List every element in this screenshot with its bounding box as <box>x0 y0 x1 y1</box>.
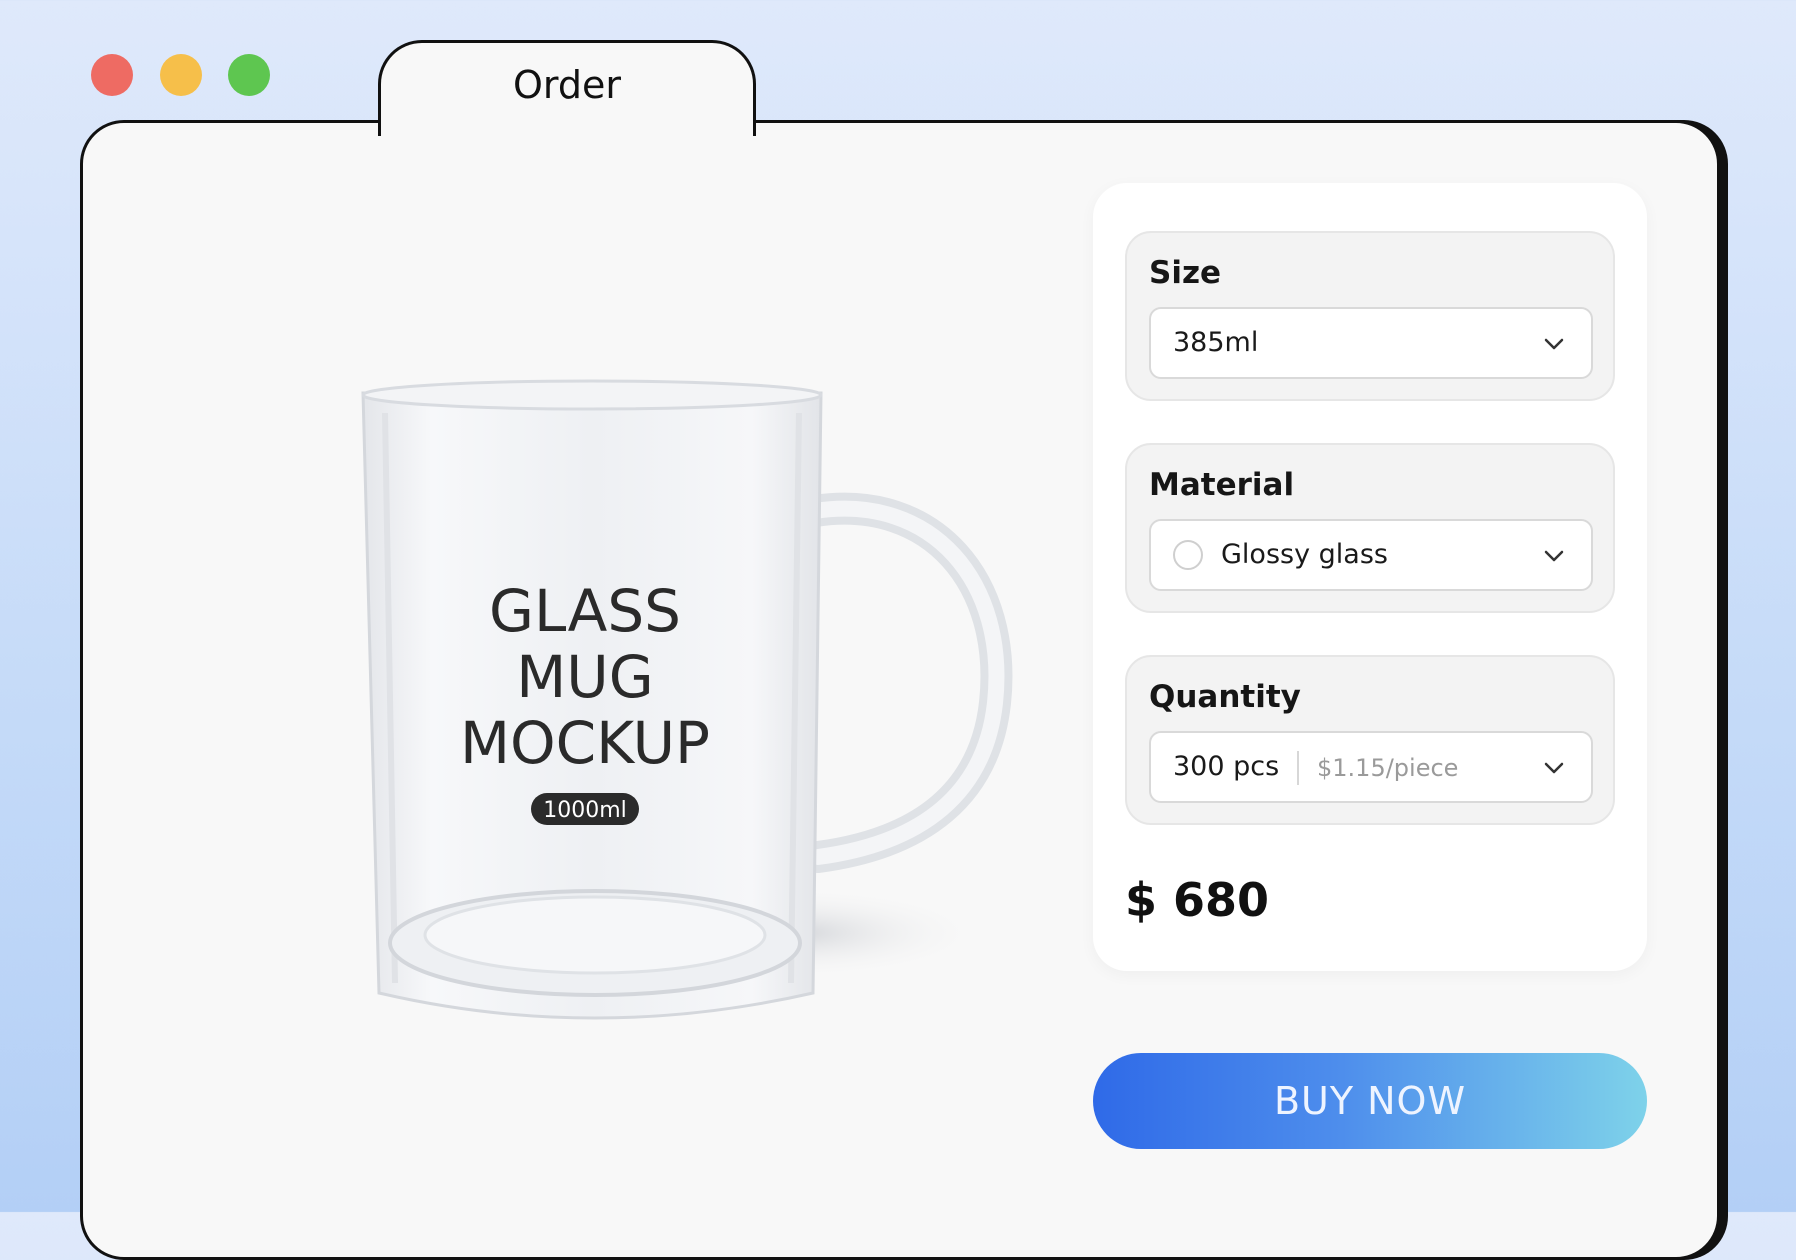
material-value: Glossy glass <box>1221 539 1388 570</box>
quantity-label: Quantity <box>1149 679 1301 715</box>
minimize-window-button[interactable] <box>160 54 202 96</box>
chevron-down-icon <box>1544 762 1564 774</box>
material-group: Material Glossy glass <box>1125 443 1615 613</box>
order-window: GLASS MUG MOCKUP 1000ml Size 385ml Mater… <box>80 120 1720 1260</box>
material-label: Material <box>1149 467 1295 503</box>
mug-print-line: MUG <box>516 643 653 711</box>
mug-print-line: MOCKUP <box>460 709 710 777</box>
size-value: 385ml <box>1173 327 1259 358</box>
chevron-down-icon <box>1544 550 1564 562</box>
total-price: $ 680 <box>1125 873 1270 927</box>
size-group: Size 385ml <box>1125 231 1615 401</box>
quantity-divider <box>1297 751 1299 785</box>
quantity-group: Quantity 300 pcs $1.15/piece <box>1125 655 1615 825</box>
size-label: Size <box>1149 255 1222 291</box>
quantity-value: 300 pcs <box>1173 751 1280 782</box>
material-select[interactable]: Glossy glass <box>1149 519 1593 591</box>
mug-print-line: GLASS <box>489 577 681 645</box>
maximize-window-button[interactable] <box>228 54 270 96</box>
order-options-card: Size 385ml Material Glossy glass Quantit… <box>1093 183 1647 971</box>
close-window-button[interactable] <box>91 54 133 96</box>
buy-now-button[interactable]: BUY NOW <box>1093 1053 1647 1149</box>
tab-title: Order <box>513 63 621 107</box>
product-image: GLASS MUG MOCKUP 1000ml <box>233 163 1093 1203</box>
mug-volume-badge: 1000ml <box>543 798 627 823</box>
size-select[interactable]: 385ml <box>1149 307 1593 379</box>
quantity-select[interactable]: 300 pcs $1.15/piece <box>1149 731 1593 803</box>
unit-price: $1.15/piece <box>1317 754 1459 782</box>
chevron-down-icon <box>1544 338 1564 350</box>
radio-circle-icon <box>1173 540 1203 570</box>
